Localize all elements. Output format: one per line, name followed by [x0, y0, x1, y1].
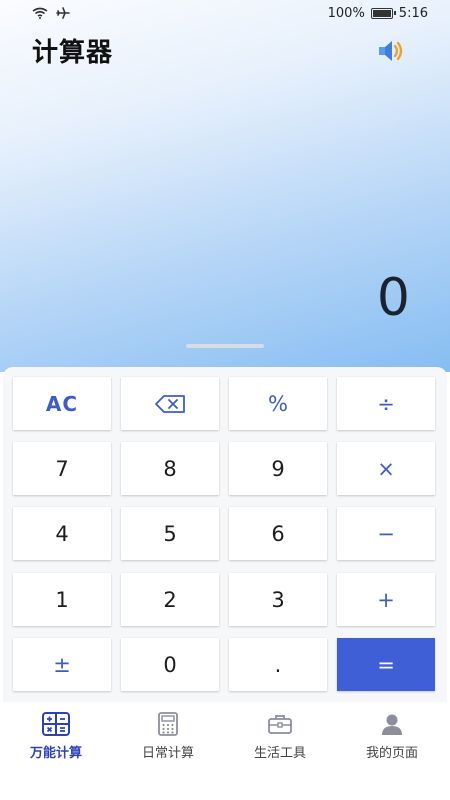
minus-button[interactable]: −: [337, 507, 435, 560]
digit-6-button[interactable]: 6: [229, 507, 327, 560]
digit-3-button[interactable]: 3: [229, 573, 327, 626]
equals-button[interactable]: =: [337, 638, 435, 691]
clear-button[interactable]: AC: [13, 377, 111, 430]
battery-icon: [370, 7, 396, 19]
calculator-icon: [153, 710, 183, 738]
speaker-icon: [379, 41, 403, 61]
digit-5-button[interactable]: 5: [121, 507, 219, 560]
backspace-button[interactable]: [121, 377, 219, 430]
tab-label: 生活工具: [253, 746, 306, 761]
clock: 5:16: [398, 5, 428, 21]
user-icon: [377, 710, 407, 738]
backspace-icon: [155, 394, 185, 413]
calculator-grid-icon: [41, 710, 71, 738]
tab-life-tools[interactable]: 生活工具: [224, 710, 336, 770]
app-title: 计算器: [32, 38, 114, 68]
percent-button[interactable]: %: [229, 377, 327, 430]
tab-my-page[interactable]: 我的页面: [336, 710, 448, 770]
status-right: 100% 5:16: [328, 6, 428, 21]
battery-percent: 100%: [327, 5, 365, 21]
tab-label: 日常计算: [141, 746, 194, 761]
briefcase-icon: [265, 710, 295, 738]
divide-button[interactable]: ÷: [337, 377, 435, 430]
tab-universal-calc[interactable]: 万能计算: [0, 710, 112, 770]
plus-minus-button[interactable]: ±: [13, 638, 111, 691]
tab-label: 万能计算: [29, 746, 82, 761]
plus-button[interactable]: +: [337, 573, 435, 626]
tab-daily-calc[interactable]: 日常计算: [112, 710, 224, 770]
keypad: AC % ÷ 7 8 9 × 4 5 6 − 1 2 3 + ± 0 . =: [3, 367, 447, 702]
multiply-button[interactable]: ×: [337, 442, 435, 495]
status-bar: 100% 5:16: [0, 0, 450, 26]
digit-9-button[interactable]: 9: [229, 442, 327, 495]
digit-7-button[interactable]: 7: [13, 442, 111, 495]
tab-label: 我的页面: [365, 746, 418, 761]
status-icons: [32, 7, 70, 19]
airplane-icon: [56, 7, 70, 19]
drag-handle[interactable]: [186, 344, 264, 348]
sound-toggle-button[interactable]: [376, 38, 408, 64]
header-area: 100% 5:16 计算器 0: [0, 0, 450, 372]
bottom-tab-bar: 万能计算 日常计算 生活工具 我的页面: [0, 704, 450, 800]
result-display: 0: [376, 268, 410, 328]
decimal-button[interactable]: .: [229, 638, 327, 691]
wifi-icon: [32, 7, 48, 19]
digit-1-button[interactable]: 1: [13, 573, 111, 626]
digit-0-button[interactable]: 0: [121, 638, 219, 691]
digit-8-button[interactable]: 8: [121, 442, 219, 495]
digit-4-button[interactable]: 4: [13, 507, 111, 560]
digit-2-button[interactable]: 2: [121, 573, 219, 626]
